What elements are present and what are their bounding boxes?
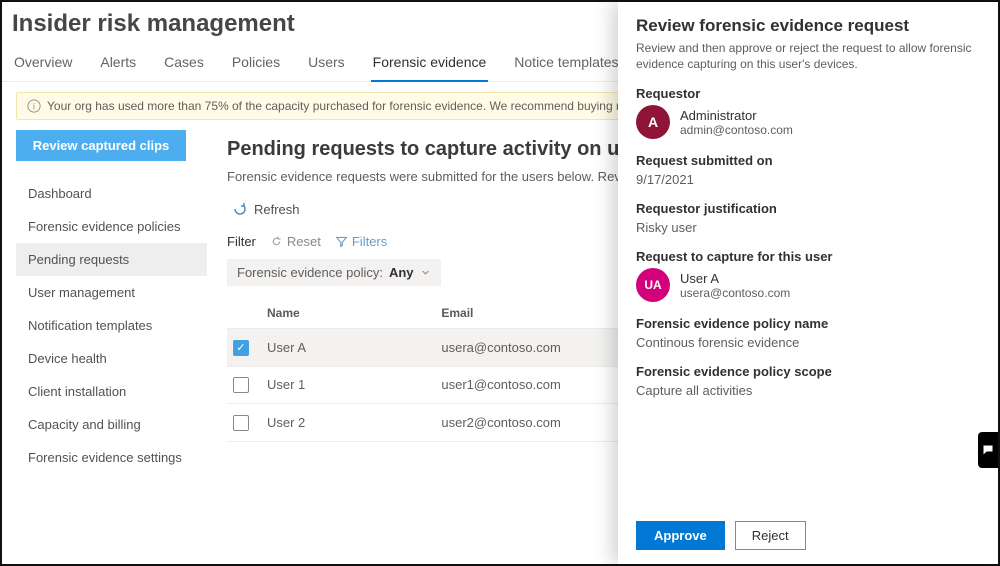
panel-description: Review and then approve or reject the re… bbox=[636, 40, 980, 72]
sidebar-item-forensic-evidence-policies[interactable]: Forensic evidence policies bbox=[16, 210, 207, 243]
tab-users[interactable]: Users bbox=[306, 50, 347, 81]
sidebar-item-pending-requests[interactable]: Pending requests bbox=[16, 243, 207, 276]
policy-name-label: Forensic evidence policy name bbox=[636, 316, 980, 331]
info-icon: i bbox=[27, 99, 41, 113]
filter-label: Filter bbox=[227, 234, 256, 249]
tab-alerts[interactable]: Alerts bbox=[98, 50, 138, 81]
reset-filters-button[interactable]: Reset bbox=[270, 234, 321, 249]
tab-overview[interactable]: Overview bbox=[12, 50, 74, 81]
refresh-icon bbox=[232, 201, 248, 217]
cell-name: User 1 bbox=[261, 366, 435, 404]
target-name: User A bbox=[680, 271, 790, 286]
sidebar-item-client-installation[interactable]: Client installation bbox=[16, 375, 207, 408]
page-title: Insider risk management bbox=[12, 10, 295, 38]
cell-name: User A bbox=[261, 329, 435, 367]
requestor-persona: A Administrator admin@contoso.com bbox=[636, 105, 980, 139]
policy-name-value: Continous forensic evidence bbox=[636, 335, 980, 350]
reset-icon bbox=[270, 235, 283, 248]
justification-label: Requestor justification bbox=[636, 201, 980, 216]
policy-filter-pill[interactable]: Forensic evidence policy: Any bbox=[227, 259, 441, 286]
review-captured-clips-button[interactable]: Review captured clips bbox=[16, 130, 186, 161]
tab-cases[interactable]: Cases bbox=[162, 50, 206, 81]
column-header[interactable]: Name bbox=[261, 298, 435, 329]
submitted-value: 9/17/2021 bbox=[636, 172, 980, 187]
row-checkbox[interactable]: ✓ bbox=[233, 340, 249, 356]
avatar: UA bbox=[636, 268, 670, 302]
tab-notice-templates[interactable]: Notice templates bbox=[512, 50, 620, 81]
svg-text:i: i bbox=[33, 102, 35, 112]
submitted-label: Request submitted on bbox=[636, 153, 980, 168]
target-persona: UA User A usera@contoso.com bbox=[636, 268, 980, 302]
approve-button[interactable]: Approve bbox=[636, 521, 725, 550]
chat-icon bbox=[982, 444, 994, 456]
sidebar: Review captured clips DashboardForensic … bbox=[2, 130, 207, 474]
tab-policies[interactable]: Policies bbox=[230, 50, 282, 81]
requestor-label: Requestor bbox=[636, 86, 980, 101]
panel-title: Review forensic evidence request bbox=[636, 16, 980, 36]
capture-for-label: Request to capture for this user bbox=[636, 249, 980, 264]
reject-button[interactable]: Reject bbox=[735, 521, 806, 550]
chevron-down-icon bbox=[420, 267, 431, 278]
policy-scope-label: Forensic evidence policy scope bbox=[636, 364, 980, 379]
refresh-button[interactable]: Refresh bbox=[227, 198, 305, 220]
tab-forensic-evidence[interactable]: Forensic evidence bbox=[371, 50, 489, 82]
sidebar-item-user-management[interactable]: User management bbox=[16, 276, 207, 309]
row-checkbox[interactable] bbox=[233, 415, 249, 431]
row-checkbox[interactable] bbox=[233, 377, 249, 393]
policy-scope-value: Capture all activities bbox=[636, 383, 980, 398]
requestor-name: Administrator bbox=[680, 108, 793, 123]
requestor-email: admin@contoso.com bbox=[680, 123, 793, 137]
sidebar-item-notification-templates[interactable]: Notification templates bbox=[16, 309, 207, 342]
target-email: usera@contoso.com bbox=[680, 286, 790, 300]
avatar: A bbox=[636, 105, 670, 139]
feedback-tab[interactable] bbox=[978, 432, 998, 468]
justification-value: Risky user bbox=[636, 220, 980, 235]
review-panel: Review forensic evidence request Review … bbox=[618, 2, 998, 564]
sidebar-item-device-health[interactable]: Device health bbox=[16, 342, 207, 375]
cell-name: User 2 bbox=[261, 404, 435, 442]
filters-button[interactable]: Filters bbox=[335, 234, 387, 249]
sidebar-item-capacity-and-billing[interactable]: Capacity and billing bbox=[16, 408, 207, 441]
filter-icon bbox=[335, 235, 348, 248]
sidebar-item-dashboard[interactable]: Dashboard bbox=[16, 177, 207, 210]
sidebar-item-forensic-evidence-settings[interactable]: Forensic evidence settings bbox=[16, 441, 207, 474]
